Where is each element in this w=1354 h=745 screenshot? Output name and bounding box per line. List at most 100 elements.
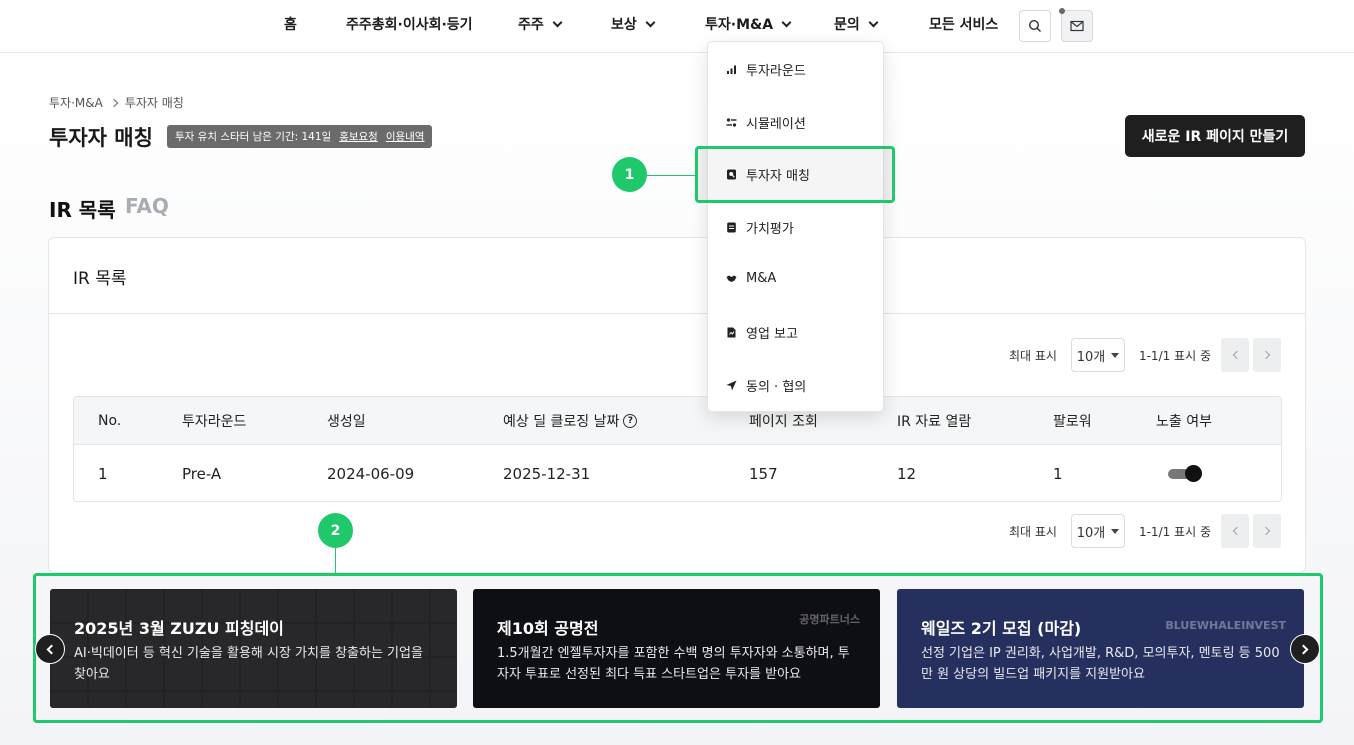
nav-shareholder-meeting[interactable]: 주주총회·이사회·등기 (346, 14, 473, 34)
step-marker-2: 2 (318, 513, 353, 548)
help-icon[interactable]: ? (623, 413, 638, 428)
brand-logo: BLUEWHALEINVEST (1165, 619, 1286, 632)
prev-page-button[interactable] (1221, 338, 1249, 372)
banner-zuzu-pitching-day[interactable]: 2025년 3월 ZUZU 피칭데이 AI·빅데이터 등 혁신 기술을 활용해 … (50, 589, 457, 708)
page-title: 투자자 매칭 (49, 126, 153, 150)
next-page-button[interactable] (1253, 338, 1281, 372)
col-created: 생성일 (327, 413, 366, 430)
chevron-left-icon (46, 644, 57, 654)
cell-round: Pre-A (182, 464, 222, 483)
menu-item-valuation[interactable]: 가치평가 (726, 218, 794, 237)
banner-description: 선정 기업은 IP 권리화, 사업개발, R&D, 모의투자, 멘토링 등 50… (921, 646, 1280, 682)
menu-item-label: 동의 · 협의 (746, 380, 807, 395)
usage-history-link[interactable]: 이용내역 (386, 129, 425, 144)
nav-shareholders[interactable]: 주주 (518, 14, 563, 34)
card-title: IR 목록 (49, 238, 1305, 314)
status-badge: 투자 유치 스타터 남은 기간: 141일 홍보요청 이용내역 (167, 125, 433, 148)
nav-shareholder-meeting-label: 주주총회·이사회·등기 (346, 17, 473, 33)
next-page-button[interactable] (1253, 514, 1281, 548)
nav-compensation[interactable]: 보상 (611, 14, 656, 34)
chevron-right-icon (1261, 526, 1270, 536)
menu-item-label: M&A (746, 271, 777, 286)
menu-item-label: 시뮬레이션 (746, 117, 806, 132)
brand-logo: 공명파트너스 (799, 613, 860, 626)
cell-closing: 2025-12-31 (503, 464, 591, 483)
page-range: 1-1/1 표시 중 (1138, 348, 1211, 363)
nav-compensation-label: 보상 (611, 17, 637, 33)
menu-item-consent[interactable]: 동의 · 협의 (726, 376, 806, 395)
col-closing: 예상 딜 클로징 날짜? (503, 411, 638, 431)
banner-title: 2025년 3월 ZUZU 피칭데이 (74, 619, 284, 638)
top-navigation: 홈 주주총회·이사회·등기 주주 보상 투자·M&A 문의 모든 서비스 (0, 0, 1354, 53)
sliders-icon (726, 118, 737, 127)
toggle-knob (1185, 464, 1202, 482)
marker-connector-2 (335, 546, 336, 574)
tab-faq[interactable]: FAQ (125, 194, 169, 218)
table-row[interactable]: 1 Pre-A 2024-06-09 2025-12-31 157 12 1 (74, 445, 1281, 501)
caret-down-icon (1111, 528, 1120, 534)
document-icon (727, 222, 736, 233)
mail-icon (1070, 20, 1084, 32)
caret-down-icon (1111, 352, 1120, 358)
col-round: 투자라운드 (182, 413, 247, 430)
carousel-prev-button[interactable] (35, 634, 65, 664)
highlight-box-investor-matching (695, 146, 895, 203)
page-size-select[interactable]: 10개 (1070, 338, 1125, 372)
cell-no: 1 (98, 464, 108, 483)
cell-created: 2024-06-09 (327, 464, 415, 483)
banner-title: 제10회 공명전 (497, 619, 599, 638)
ir-list-card: IR 목록 최대 표시 10개 1-1/1 표시 중 No. 투자라운드 생성일… (48, 237, 1306, 573)
pager-top: 최대 표시 10개 1-1/1 표시 중 (1009, 338, 1281, 372)
menu-item-investment-round[interactable]: 투자라운드 (726, 60, 806, 79)
col-followers: 팔로워 (1053, 413, 1092, 430)
banner-title: 웨일즈 2기 모집 (마감) (921, 619, 1082, 638)
exposure-toggle[interactable] (1168, 464, 1202, 482)
chevron-down-icon (552, 17, 563, 27)
page-range: 1-1/1 표시 중 (1138, 524, 1211, 539)
menu-item-label: 가치평가 (746, 222, 794, 237)
menu-item-ma[interactable]: M&A (726, 271, 776, 286)
menu-item-simulation[interactable]: 시뮬레이션 (726, 113, 806, 132)
investment-dropdown-menu: 투자라운드 시뮬레이션 투자자 매칭 가치평가 M&A 영업 보고 동의 · 협… (707, 41, 884, 412)
breadcrumb: 투자·M&A 투자자 매칭 (49, 94, 184, 111)
page-size-label: 최대 표시 (1008, 348, 1057, 363)
notification-dot (1059, 8, 1065, 14)
pager-bottom: 최대 표시 10개 1-1/1 표시 중 (1009, 514, 1281, 548)
menu-item-business-report[interactable]: 영업 보고 (726, 323, 798, 342)
tab-ir-list[interactable]: IR 목록 (49, 194, 116, 223)
chevron-down-icon (645, 17, 656, 27)
banner-description: AI·빅데이터 등 혁신 기술을 활용해 시장 가치를 창출하는 기업을 찾아요 (74, 646, 423, 682)
nav-shareholders-label: 주주 (518, 17, 544, 33)
col-ir-views: IR 자료 열람 (897, 413, 972, 430)
search-button[interactable] (1019, 10, 1051, 42)
menu-item-label: 투자라운드 (746, 64, 806, 79)
send-icon (726, 380, 737, 391)
breadcrumb-investment[interactable]: 투자·M&A (49, 94, 103, 111)
new-ir-page-button[interactable]: 새로운 IR 페이지 만들기 (1125, 115, 1305, 157)
cell-followers: 1 (1053, 464, 1063, 483)
banner-gongmyeong-contest[interactable]: 공명파트너스 제10회 공명전 1.5개월간 엔젤투자자를 포함한 수백 명의 … (473, 589, 880, 708)
nav-investment-ma[interactable]: 투자·M&A (705, 14, 792, 34)
report-icon (727, 327, 736, 338)
ir-table: No. 투자라운드 생성일 예상 딜 클로징 날짜? 페이지 조회 IR 자료 … (73, 396, 1282, 502)
nav-all-services[interactable]: 모든 서비스 (929, 14, 998, 34)
badge-text: 투자 유치 스타터 남은 기간: 141일 (175, 131, 332, 143)
col-exposed: 노출 여부 (1156, 413, 1212, 430)
chevron-right-icon (1298, 644, 1309, 654)
banner-whales-recruit[interactable]: BLUEWHALEINVEST 웨일즈 2기 모집 (마감) 선정 기업은 IP… (897, 589, 1304, 708)
banner-description: 1.5개월간 엔젤투자자를 포함한 수백 명의 투자자와 소통하며, 투자자 투… (497, 646, 850, 682)
nav-inquiry[interactable]: 문의 (834, 14, 879, 34)
prev-page-button[interactable] (1221, 514, 1249, 548)
mail-button[interactable] (1059, 8, 1093, 42)
chevron-left-icon (1232, 526, 1241, 536)
page-size-select[interactable]: 10개 (1070, 514, 1125, 548)
promotion-request-link[interactable]: 홍보요청 (339, 129, 378, 144)
nav-home[interactable]: 홈 (284, 14, 297, 34)
cell-views: 157 (749, 464, 778, 483)
carousel-next-button[interactable] (1290, 634, 1320, 664)
page-size-label: 최대 표시 (1008, 524, 1057, 539)
nav-investment-ma-label: 투자·M&A (705, 17, 774, 33)
col-no: No. (98, 412, 122, 429)
bar-chart-icon (727, 65, 736, 74)
search-icon (1028, 19, 1041, 32)
